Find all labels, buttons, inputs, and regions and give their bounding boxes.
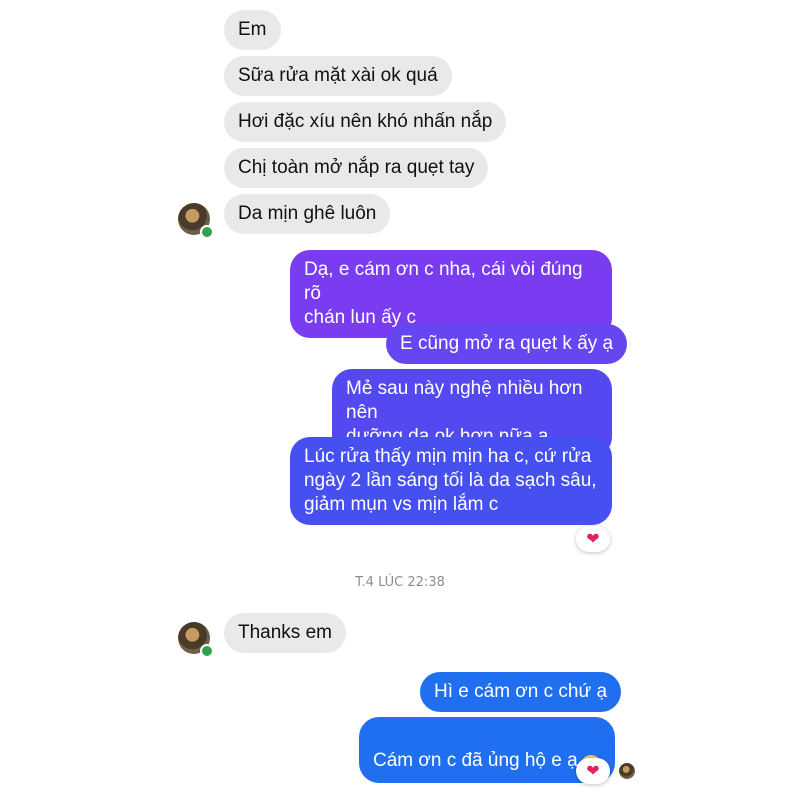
seen-receipt-avatar bbox=[619, 763, 635, 779]
heart-reaction-icon[interactable]: ❤ bbox=[576, 526, 610, 552]
incoming-message[interactable]: Sữa rửa mặt xài ok quá bbox=[224, 56, 452, 96]
message-text: Cám ơn c đã ủng hộ e ạ bbox=[373, 750, 578, 771]
online-status-icon bbox=[200, 644, 214, 658]
incoming-message[interactable]: Thanks em bbox=[224, 613, 346, 653]
incoming-message[interactable]: Em bbox=[224, 10, 281, 50]
outgoing-message[interactable]: E cũng mở ra quẹt k ấy ạ bbox=[386, 324, 628, 364]
heart-reaction-icon[interactable]: ❤ bbox=[576, 758, 610, 784]
outgoing-message[interactable]: Hì e cám ơn c chứ ạ bbox=[420, 672, 622, 712]
incoming-message[interactable]: Chị toàn mở nắp ra quẹt tay bbox=[224, 148, 489, 188]
outgoing-message[interactable]: Lúc rửa thấy mịn mịn ha c, cứ rửa ngày 2… bbox=[290, 437, 612, 525]
incoming-message[interactable]: Da mịn ghê luôn bbox=[224, 194, 391, 234]
incoming-message[interactable]: Hơi đặc xíu nên khó nhấn nắp bbox=[224, 102, 507, 142]
online-status-icon bbox=[200, 225, 214, 239]
message-timestamp: T.4 LÚC 22:38 bbox=[355, 575, 445, 590]
